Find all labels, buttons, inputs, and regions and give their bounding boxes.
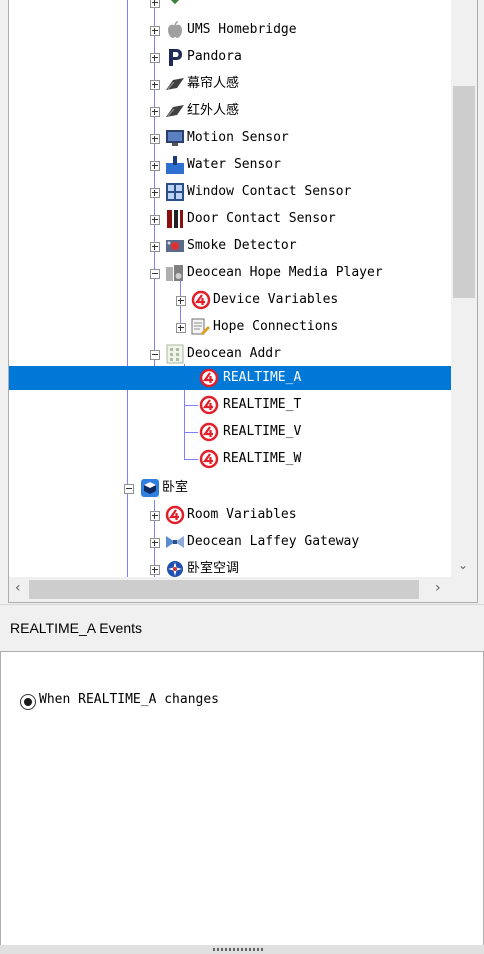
expand-icon[interactable] xyxy=(150,161,160,171)
tree-item-label: Deocean Hope Media Player xyxy=(187,265,383,280)
tree-item-label: REALTIME_A xyxy=(223,370,302,385)
tree-item-label: Pandora xyxy=(187,49,242,64)
tree-item-label: Hope Connections xyxy=(213,319,339,334)
gateway-icon xyxy=(166,536,184,548)
variable-icon xyxy=(199,449,219,469)
tree-line xyxy=(184,432,198,433)
pandora-icon xyxy=(169,49,182,66)
apple-icon xyxy=(168,21,182,38)
scroll-left-icon[interactable]: ‹ xyxy=(15,580,21,596)
sensor-icon xyxy=(166,105,184,117)
collapse-icon[interactable] xyxy=(150,269,160,279)
tree-item-label: REALTIME_V xyxy=(223,424,302,439)
tree-item-label: REALTIME_T xyxy=(223,397,302,412)
smoke-detector-icon xyxy=(166,240,184,252)
tree-item-label: 卧室 xyxy=(162,480,189,495)
events-header: REALTIME_A Events xyxy=(0,604,484,651)
tree-item-label: REALTIME_W xyxy=(223,451,302,466)
device-tree: Deocean Airtruebee Thermo UMS Homebridge… xyxy=(9,0,451,577)
expand-icon[interactable] xyxy=(150,242,160,252)
expand-icon[interactable] xyxy=(150,538,160,548)
expand-icon[interactable] xyxy=(176,323,186,333)
events-title: REALTIME_A Events xyxy=(10,620,143,636)
media-player-icon xyxy=(166,265,183,281)
tree-item-label: Device Variables xyxy=(213,292,339,307)
thermostat-icon xyxy=(170,0,180,5)
window-icon xyxy=(166,183,184,201)
vertical-scroll-thumb[interactable] xyxy=(453,86,475,298)
tree-item-label: Deocean Addr xyxy=(187,346,281,361)
collapse-icon[interactable] xyxy=(150,350,160,360)
scrollbar-corner xyxy=(451,577,477,602)
expand-icon[interactable] xyxy=(150,188,160,198)
tree-line xyxy=(184,405,198,406)
sensor-icon xyxy=(166,78,184,90)
events-panel: When REALTIME_A changes xyxy=(0,651,484,946)
variable-icon xyxy=(199,368,219,388)
tree-item-label: Deocean Laffey Gateway xyxy=(187,534,360,549)
scroll-down-icon[interactable]: ⌄ xyxy=(458,558,468,572)
tree-item-label: Window Contact Sensor xyxy=(187,184,352,199)
event-option-label[interactable]: When REALTIME_A changes xyxy=(39,692,219,707)
vertical-scrollbar[interactable]: ⌄ xyxy=(451,0,477,577)
device-tree-panel: Deocean Airtruebee Thermo UMS Homebridge… xyxy=(8,0,478,603)
tree-item-label: Motion Sensor xyxy=(187,130,289,145)
splitter-grip-icon[interactable] xyxy=(213,948,265,951)
tree-item-label: Water Sensor xyxy=(187,157,281,172)
expand-icon[interactable] xyxy=(150,80,160,90)
monitor-icon xyxy=(166,130,184,146)
collapse-icon[interactable] xyxy=(124,484,134,494)
variable-icon xyxy=(191,290,211,310)
connections-icon xyxy=(191,318,210,335)
expand-icon[interactable] xyxy=(150,511,160,521)
tree-item-label: Deocean Airtruebee Thermo xyxy=(187,0,383,8)
tree-line xyxy=(184,459,198,460)
expand-icon[interactable] xyxy=(150,0,160,8)
panel-splitter[interactable] xyxy=(0,945,484,954)
tree-item-label: 幕帘人感 xyxy=(187,76,240,91)
expand-icon[interactable] xyxy=(150,134,160,144)
door-icon xyxy=(167,210,183,228)
tree-item-label: Smoke Detector xyxy=(187,238,297,253)
tree-item-label: 卧室空调 xyxy=(187,561,240,576)
expand-icon[interactable] xyxy=(150,565,160,575)
variable-icon xyxy=(199,422,219,442)
horizontal-scrollbar[interactable]: ‹ › xyxy=(9,577,451,602)
radio-selected-icon[interactable] xyxy=(20,694,36,710)
tree-item-label: Room Variables xyxy=(187,507,297,522)
expand-icon[interactable] xyxy=(176,296,186,306)
address-book-icon xyxy=(166,344,184,364)
expand-icon[interactable] xyxy=(150,53,160,63)
variable-icon xyxy=(165,505,185,525)
expand-icon[interactable] xyxy=(150,215,160,225)
expand-icon[interactable] xyxy=(150,107,160,117)
tree-item-label: UMS Homebridge xyxy=(187,22,297,37)
variable-icon xyxy=(199,395,219,415)
air-conditioner-icon xyxy=(167,561,183,577)
tree-item-label: 红外人感 xyxy=(187,103,240,118)
tree-item-label: Door Contact Sensor xyxy=(187,211,336,226)
expand-icon[interactable] xyxy=(150,26,160,36)
app-root: Deocean Airtruebee Thermo UMS Homebridge… xyxy=(0,0,484,954)
room-icon xyxy=(141,479,159,497)
horizontal-scroll-thumb[interactable] xyxy=(29,580,419,599)
scroll-right-icon[interactable]: › xyxy=(435,580,441,596)
water-sensor-icon xyxy=(166,156,184,174)
